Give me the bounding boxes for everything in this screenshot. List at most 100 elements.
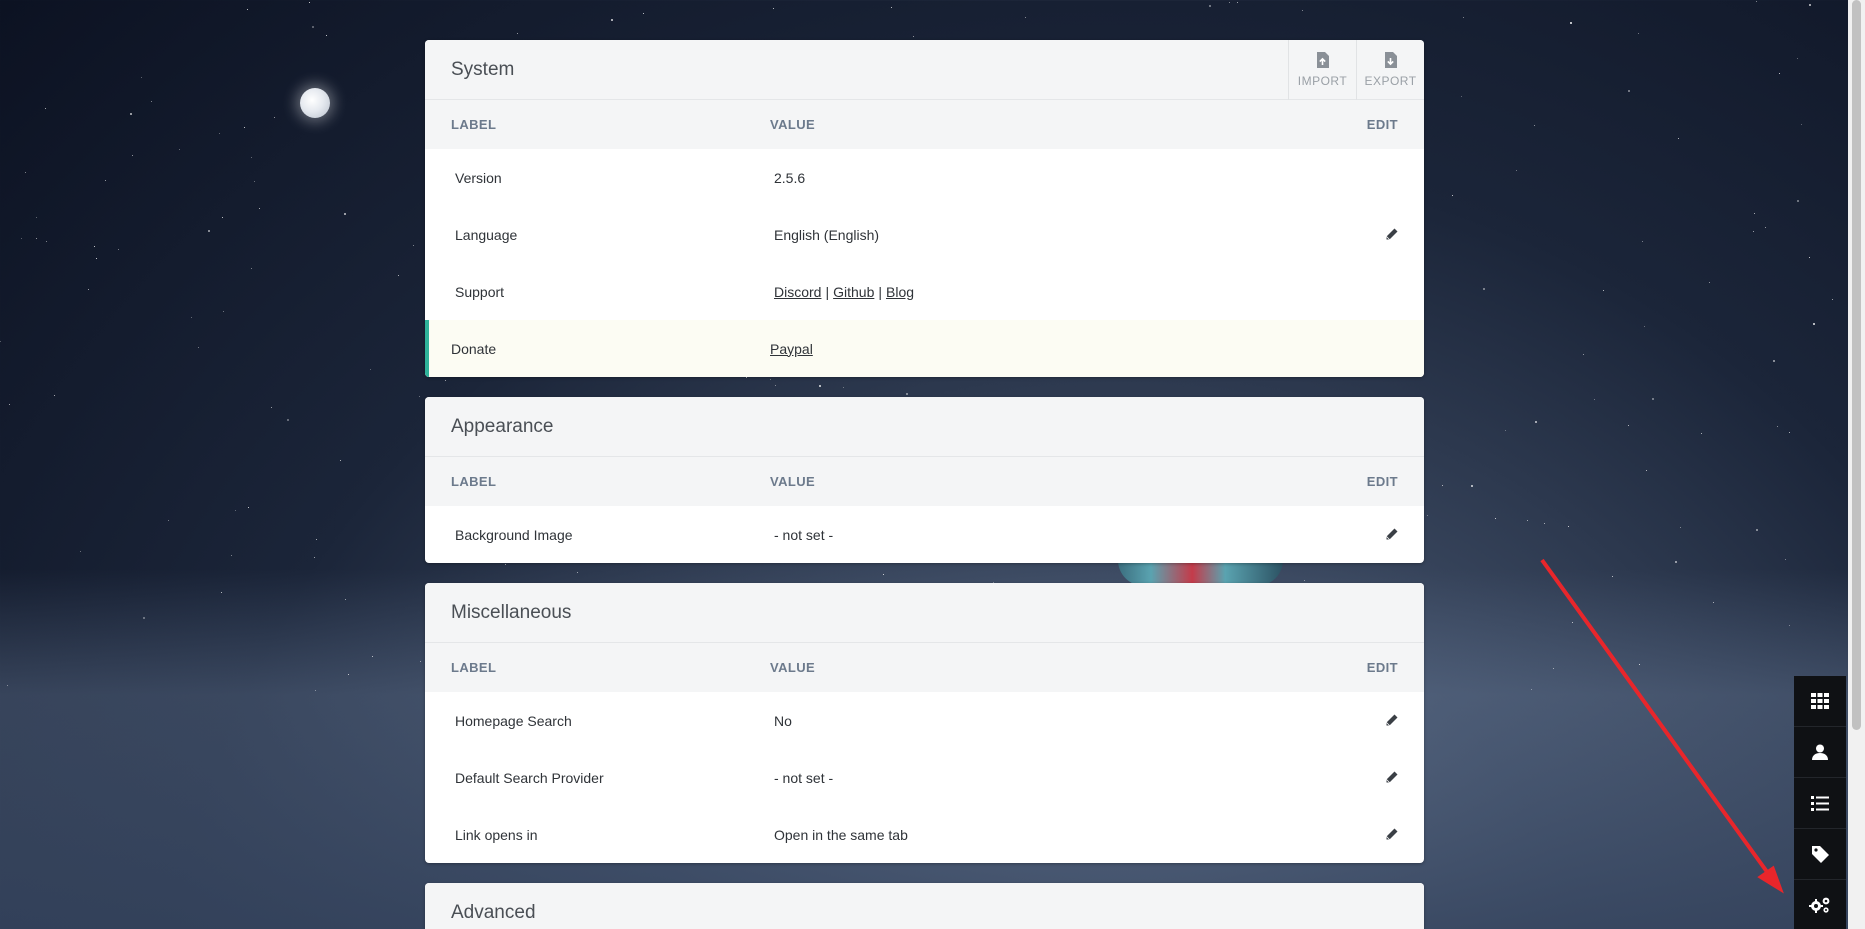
discord-link[interactable]: Discord bbox=[774, 284, 821, 300]
star bbox=[1462, 17, 1464, 19]
pencil-icon[interactable] bbox=[1385, 771, 1398, 784]
right-dock bbox=[1794, 676, 1846, 929]
star bbox=[339, 460, 341, 462]
star bbox=[1641, 241, 1643, 243]
star bbox=[1505, 429, 1507, 431]
settings-button[interactable] bbox=[1794, 880, 1846, 929]
export-button[interactable]: EXPORT bbox=[1356, 40, 1424, 100]
star bbox=[1452, 195, 1454, 197]
list-icon bbox=[1811, 795, 1829, 811]
apps-button[interactable] bbox=[1794, 676, 1846, 727]
appearance-card: Appearance LABEL VALUE EDIT Background I… bbox=[425, 397, 1424, 563]
pencil-icon[interactable] bbox=[1385, 828, 1398, 841]
star bbox=[418, 395, 420, 397]
star bbox=[1652, 397, 1655, 400]
label-column-header: LABEL bbox=[451, 117, 497, 132]
star bbox=[1535, 420, 1538, 423]
star bbox=[308, 2, 310, 4]
star bbox=[54, 394, 56, 396]
paypal-link[interactable]: Paypal bbox=[770, 341, 813, 357]
star bbox=[178, 148, 180, 150]
misc-card: Miscellaneous LABEL VALUE EDIT Homepage … bbox=[425, 583, 1424, 863]
system-title: System bbox=[451, 58, 515, 80]
misc-title: Miscellaneous bbox=[451, 601, 572, 623]
star bbox=[1754, 212, 1756, 214]
settings-container: System IMPORT EXPORT LABEL VALUE EDIT Ve… bbox=[425, 40, 1424, 929]
value-column-header: VALUE bbox=[770, 660, 816, 675]
table-row-search-provider: Default Search Provider - not set - bbox=[425, 749, 1424, 806]
star bbox=[251, 268, 253, 270]
star bbox=[1567, 525, 1569, 527]
star bbox=[150, 100, 152, 102]
star bbox=[118, 248, 120, 250]
row-label: Homepage Search bbox=[455, 712, 572, 729]
row-value: English (English) bbox=[774, 226, 880, 243]
star bbox=[36, 237, 38, 239]
star bbox=[516, 32, 518, 34]
star bbox=[220, 591, 222, 593]
star bbox=[251, 156, 253, 158]
star bbox=[1495, 517, 1497, 519]
value-column-header: VALUE bbox=[770, 117, 816, 132]
star bbox=[24, 171, 26, 173]
star bbox=[1483, 288, 1486, 291]
blog-link[interactable]: Blog bbox=[886, 284, 914, 300]
star bbox=[104, 179, 106, 181]
star bbox=[314, 557, 316, 559]
star bbox=[231, 555, 233, 557]
star bbox=[610, 19, 613, 22]
pencil-icon[interactable] bbox=[1385, 528, 1398, 541]
label-column-header: LABEL bbox=[451, 474, 497, 489]
misc-header: Miscellaneous bbox=[425, 583, 1424, 643]
star bbox=[912, 36, 914, 38]
export-icon bbox=[1385, 52, 1397, 68]
star bbox=[1785, 559, 1787, 561]
star bbox=[1570, 21, 1573, 24]
star bbox=[1441, 485, 1443, 487]
star bbox=[1755, 529, 1758, 532]
star bbox=[311, 26, 314, 29]
star bbox=[1778, 73, 1780, 75]
table-row-support: Support Discord | Github | Blog bbox=[425, 263, 1424, 320]
star bbox=[1832, 298, 1834, 300]
scrollbar-thumb[interactable] bbox=[1852, 0, 1861, 730]
star bbox=[1627, 425, 1629, 427]
star bbox=[235, 509, 237, 511]
star bbox=[197, 347, 199, 349]
github-link[interactable]: Github bbox=[833, 284, 874, 300]
star bbox=[891, 6, 893, 8]
import-icon bbox=[1317, 52, 1329, 68]
star bbox=[1708, 282, 1710, 284]
star bbox=[1680, 527, 1682, 529]
table-row-background-image: Background Image - not set - bbox=[425, 506, 1424, 563]
star bbox=[79, 551, 81, 553]
star bbox=[244, 126, 246, 128]
import-label: IMPORT bbox=[1297, 74, 1348, 88]
star bbox=[1773, 360, 1776, 363]
star bbox=[219, 132, 221, 134]
user-icon bbox=[1812, 744, 1828, 760]
row-label: Background Image bbox=[455, 526, 573, 543]
star bbox=[1788, 432, 1790, 434]
items-button[interactable] bbox=[1794, 778, 1846, 829]
star bbox=[1638, 663, 1640, 665]
star bbox=[247, 506, 249, 508]
star bbox=[1674, 560, 1677, 563]
pencil-icon[interactable] bbox=[1385, 228, 1398, 241]
vertical-scrollbar[interactable] bbox=[1848, 0, 1865, 929]
pencil-icon[interactable] bbox=[1385, 714, 1398, 727]
star bbox=[344, 212, 347, 215]
users-button[interactable] bbox=[1794, 727, 1846, 778]
system-card: System IMPORT EXPORT LABEL VALUE EDIT Ve… bbox=[425, 40, 1424, 377]
import-button[interactable]: IMPORT bbox=[1288, 40, 1356, 100]
tags-button[interactable] bbox=[1794, 829, 1846, 880]
star bbox=[344, 599, 346, 601]
support-links: Discord | Github | Blog bbox=[774, 284, 1338, 300]
cogs-icon bbox=[1809, 897, 1830, 913]
star bbox=[287, 418, 290, 421]
appearance-header: Appearance bbox=[425, 397, 1424, 457]
table-row-donate: Donate Paypal bbox=[425, 320, 1424, 377]
star bbox=[773, 8, 775, 10]
row-label: Support bbox=[455, 283, 505, 300]
star bbox=[247, 8, 249, 10]
